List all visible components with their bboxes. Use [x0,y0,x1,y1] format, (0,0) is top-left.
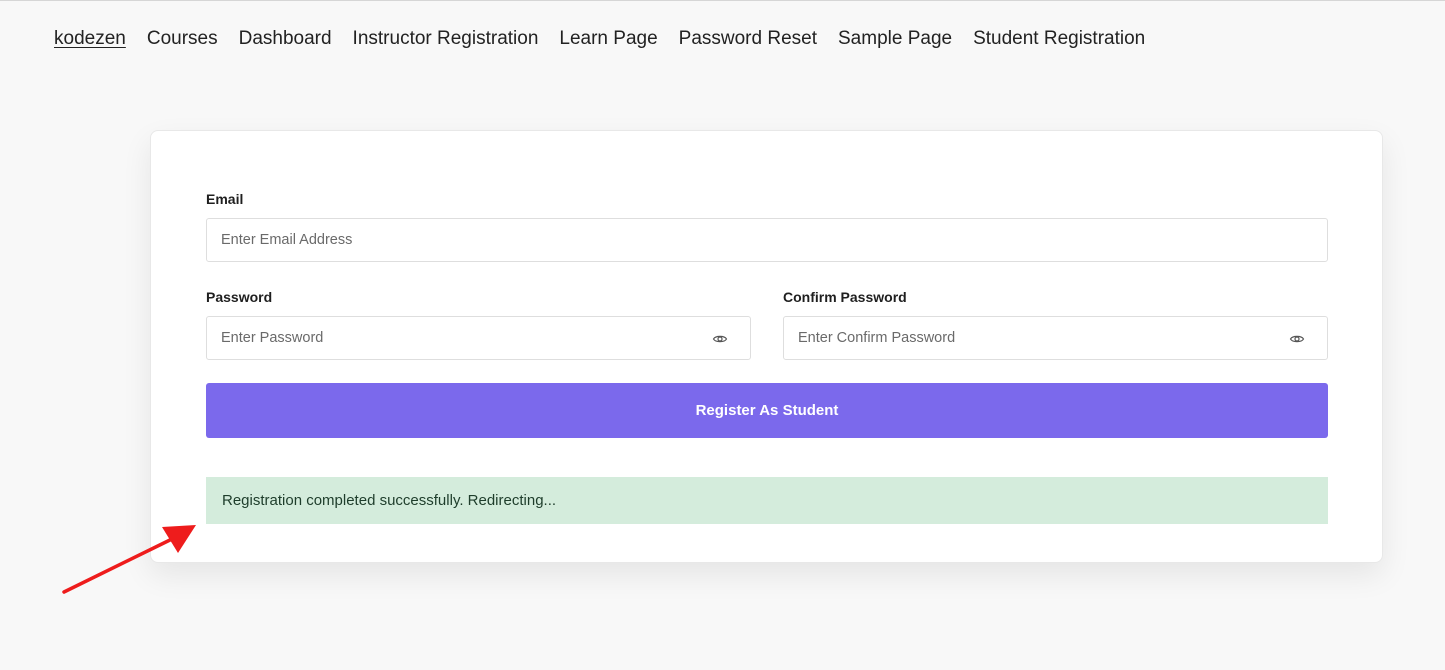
password-input[interactable] [207,317,750,359]
password-field-wrapper [206,316,751,360]
email-field-wrapper [206,218,1328,262]
eye-icon[interactable] [712,331,728,347]
nav-link-instructor-registration[interactable]: Instructor Registration [353,27,539,51]
top-navigation: kodezen Courses Dashboard Instructor Reg… [54,27,1166,51]
success-alert-message: Registration completed successfully. Red… [222,492,557,509]
email-label: Email [206,191,244,207]
eye-icon[interactable] [1289,331,1305,347]
site-title-link[interactable]: kodezen [54,27,126,51]
registration-card: Email Password Confirm Password Register… [150,130,1383,563]
confirm-password-input[interactable] [784,317,1327,359]
nav-link-student-registration[interactable]: Student Registration [973,27,1145,51]
confirm-password-label: Confirm Password [783,289,907,305]
nav-link-dashboard[interactable]: Dashboard [239,27,332,51]
nav-link-courses[interactable]: Courses [147,27,218,51]
register-as-student-button[interactable]: Register As Student [206,383,1328,438]
confirm-password-field-wrapper [783,316,1328,360]
success-alert: Registration completed successfully. Red… [206,477,1328,524]
nav-link-password-reset[interactable]: Password Reset [679,27,817,51]
nav-link-learn-page[interactable]: Learn Page [559,27,657,51]
password-label: Password [206,289,273,305]
nav-link-sample-page[interactable]: Sample Page [838,27,952,51]
email-input[interactable] [207,219,1327,261]
